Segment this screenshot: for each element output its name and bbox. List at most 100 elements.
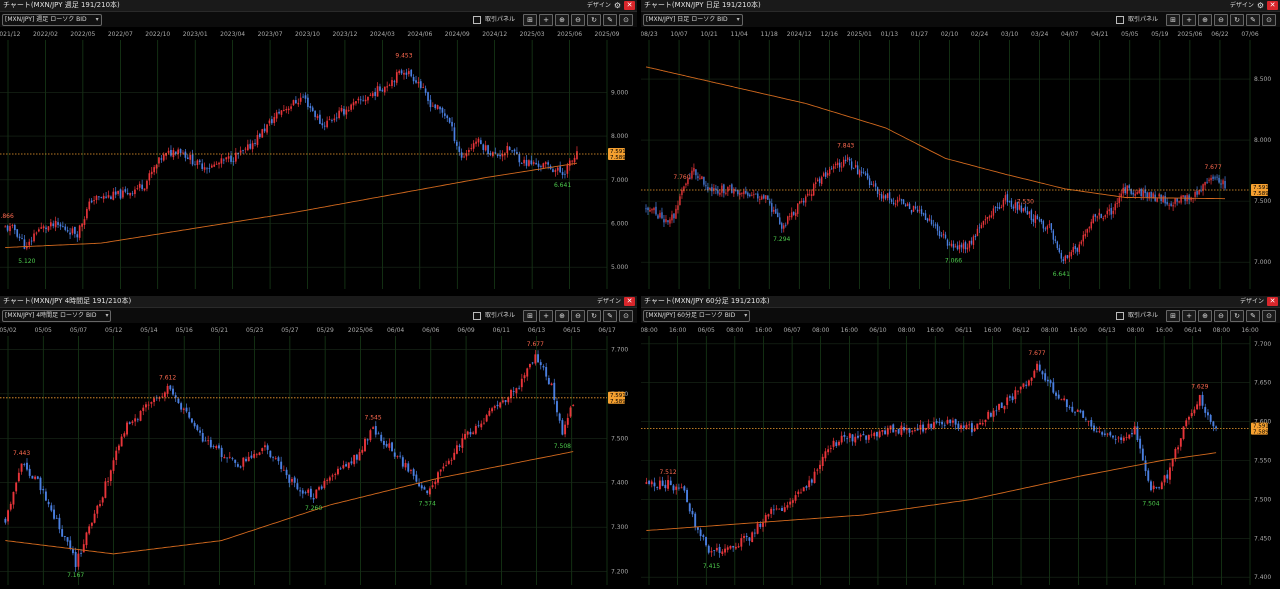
candle-body [398, 70, 401, 74]
candle-body [1118, 197, 1120, 204]
gear-icon[interactable]: ⚙ [1257, 1, 1264, 10]
candle-body [428, 488, 431, 495]
candle-body [695, 169, 697, 176]
symbol-timeframe-select[interactable]: [MXN/JPY] 4時間足 ローソク BID ▾ [2, 310, 112, 322]
order-panel-checkbox[interactable] [1115, 16, 1124, 24]
candle-body [803, 200, 805, 203]
candle-body [827, 449, 830, 453]
candle-body [542, 366, 545, 368]
x-tick-label: 16:00 [1070, 327, 1087, 334]
chart-panel-4h[interactable]: チャート(MXN/JPY 4時間足 191/210本) デザイン ✕ [MXN/… [0, 296, 637, 589]
x-tick-label: 05/29 [316, 327, 333, 334]
candle-body [830, 168, 833, 170]
zoom-out-icon[interactable]: ⊖ [571, 310, 585, 322]
candle-body [236, 464, 239, 467]
crosshair-icon[interactable]: + [1182, 310, 1196, 322]
settings-icon[interactable]: ⊙ [619, 14, 633, 26]
zoom-out-icon[interactable]: ⊖ [1214, 14, 1228, 26]
candle-body [823, 173, 825, 177]
ask-price-label: 7.589 [1253, 430, 1269, 436]
settings-icon[interactable]: ⊙ [619, 310, 633, 322]
indicator-icon[interactable]: ⊞ [523, 14, 537, 26]
symbol-timeframe-select[interactable]: [MXN/JPY] 60分足 ローソク BID ▾ [643, 310, 751, 322]
design-button[interactable]: デザイン [1230, 1, 1254, 10]
draw-icon[interactable]: ✎ [1246, 14, 1260, 26]
candle-body [667, 480, 670, 489]
design-button[interactable]: デザイン [597, 297, 621, 306]
candle-body [980, 224, 983, 228]
chart-canvas-4h[interactable]: 05/02 05/05 05/07 05/12 05/14 05/16 05/21 05/23… [0, 324, 637, 589]
crosshair-icon[interactable]: + [1182, 14, 1196, 26]
x-tick-label: 08:00 [1127, 327, 1144, 334]
chart-canvas-daily[interactable]: 08/23 10/07 10/21 11/04 11/18 2024/12 12/16 202… [641, 28, 1280, 293]
zoom-out-icon[interactable]: ⊖ [571, 14, 585, 26]
crosshair-icon[interactable]: + [539, 14, 553, 26]
candle-body [203, 167, 206, 170]
draw-icon[interactable]: ✎ [603, 310, 617, 322]
chart-canvas-weekly[interactable]: 2021/12 2022/02 2022/05 2022/07 2022/10 2023/… [0, 28, 637, 293]
zoom-in-icon[interactable]: ⊕ [555, 14, 569, 26]
candle-body [884, 195, 887, 199]
refresh-icon[interactable]: ↻ [587, 310, 601, 322]
draw-icon[interactable]: ✎ [603, 14, 617, 26]
draw-icon[interactable]: ✎ [1246, 310, 1260, 322]
settings-icon[interactable]: ⊙ [1262, 14, 1276, 26]
x-tick-label: 04/21 [1091, 31, 1108, 38]
candle-body [496, 404, 499, 407]
chart-canvas-60m[interactable]: 08:00 16:00 06/05 08:00 16:00 06/07 08:00 16:00… [641, 324, 1280, 589]
order-panel-checkbox[interactable] [1115, 312, 1124, 320]
candle-body [119, 189, 122, 199]
zoom-in-icon[interactable]: ⊕ [1198, 14, 1212, 26]
close-button[interactable]: ✕ [1267, 297, 1278, 306]
candle-body [1201, 394, 1204, 406]
candle-body [702, 535, 705, 538]
chart-panel-daily[interactable]: チャート(MXN/JPY 日足 191/210本) デザイン ⚙ ✕ [MXN/… [641, 0, 1280, 293]
symbol-timeframe-select[interactable]: [MXN/JPY] 日足 ローソク BID ▾ [643, 14, 743, 26]
candle-body [1101, 432, 1104, 435]
candle-body [209, 439, 212, 448]
crosshair-icon[interactable]: + [539, 310, 553, 322]
gear-icon[interactable]: ⚙ [614, 1, 621, 10]
symbol-timeframe-select[interactable]: [MXN/JPY] 週足 ローソク BID ▾ [2, 14, 102, 26]
candle-body [153, 167, 155, 173]
zoom-in-icon[interactable]: ⊕ [1198, 310, 1212, 322]
candle-body [407, 71, 410, 75]
candle-body [952, 243, 955, 248]
x-tick-label: 08:00 [1213, 327, 1230, 334]
indicator-icon[interactable]: ⊞ [1166, 14, 1180, 26]
design-button[interactable]: デザイン [587, 1, 611, 10]
x-tick-label: 16:00 [927, 327, 944, 334]
close-button[interactable]: ✕ [624, 297, 635, 306]
candle-body [18, 236, 21, 238]
candle-body [312, 497, 315, 500]
candle-body [727, 187, 729, 192]
chart-panel-60m[interactable]: チャート(MXN/JPY 60分足 191/210本) デザイン ✕ [MXN/… [641, 296, 1280, 589]
zoom-out-icon[interactable]: ⊖ [1214, 310, 1228, 322]
settings-icon[interactable]: ⊙ [1262, 310, 1276, 322]
chart-panel-weekly[interactable]: チャート(MXN/JPY 週足 191/210本) デザイン ⚙ ✕ [MXN/… [0, 0, 637, 293]
candle-body [1212, 176, 1214, 179]
candle-body [786, 505, 789, 508]
candle-body [520, 378, 523, 388]
candle-body [1164, 195, 1166, 204]
candle-body [828, 169, 831, 175]
candle-body [791, 212, 793, 218]
zoom-in-icon[interactable]: ⊕ [555, 310, 569, 322]
candle-body [20, 463, 23, 472]
indicator-icon[interactable]: ⊞ [523, 310, 537, 322]
close-button[interactable]: ✕ [1267, 1, 1278, 10]
close-button[interactable]: ✕ [624, 1, 635, 10]
order-panel-checkbox[interactable] [472, 312, 481, 320]
indicator-icon[interactable]: ⊞ [1166, 310, 1180, 322]
refresh-icon[interactable]: ↻ [1230, 14, 1244, 26]
refresh-icon[interactable]: ↻ [587, 14, 601, 26]
candle-body [1122, 187, 1124, 194]
candle-body [817, 179, 819, 182]
candle-body [379, 86, 381, 91]
order-panel-checkbox[interactable] [472, 16, 481, 24]
design-button[interactable]: デザイン [1240, 297, 1264, 306]
candle-body [1098, 212, 1100, 216]
candle-body [741, 192, 743, 194]
refresh-icon[interactable]: ↻ [1230, 310, 1244, 322]
candle-body [892, 202, 895, 205]
